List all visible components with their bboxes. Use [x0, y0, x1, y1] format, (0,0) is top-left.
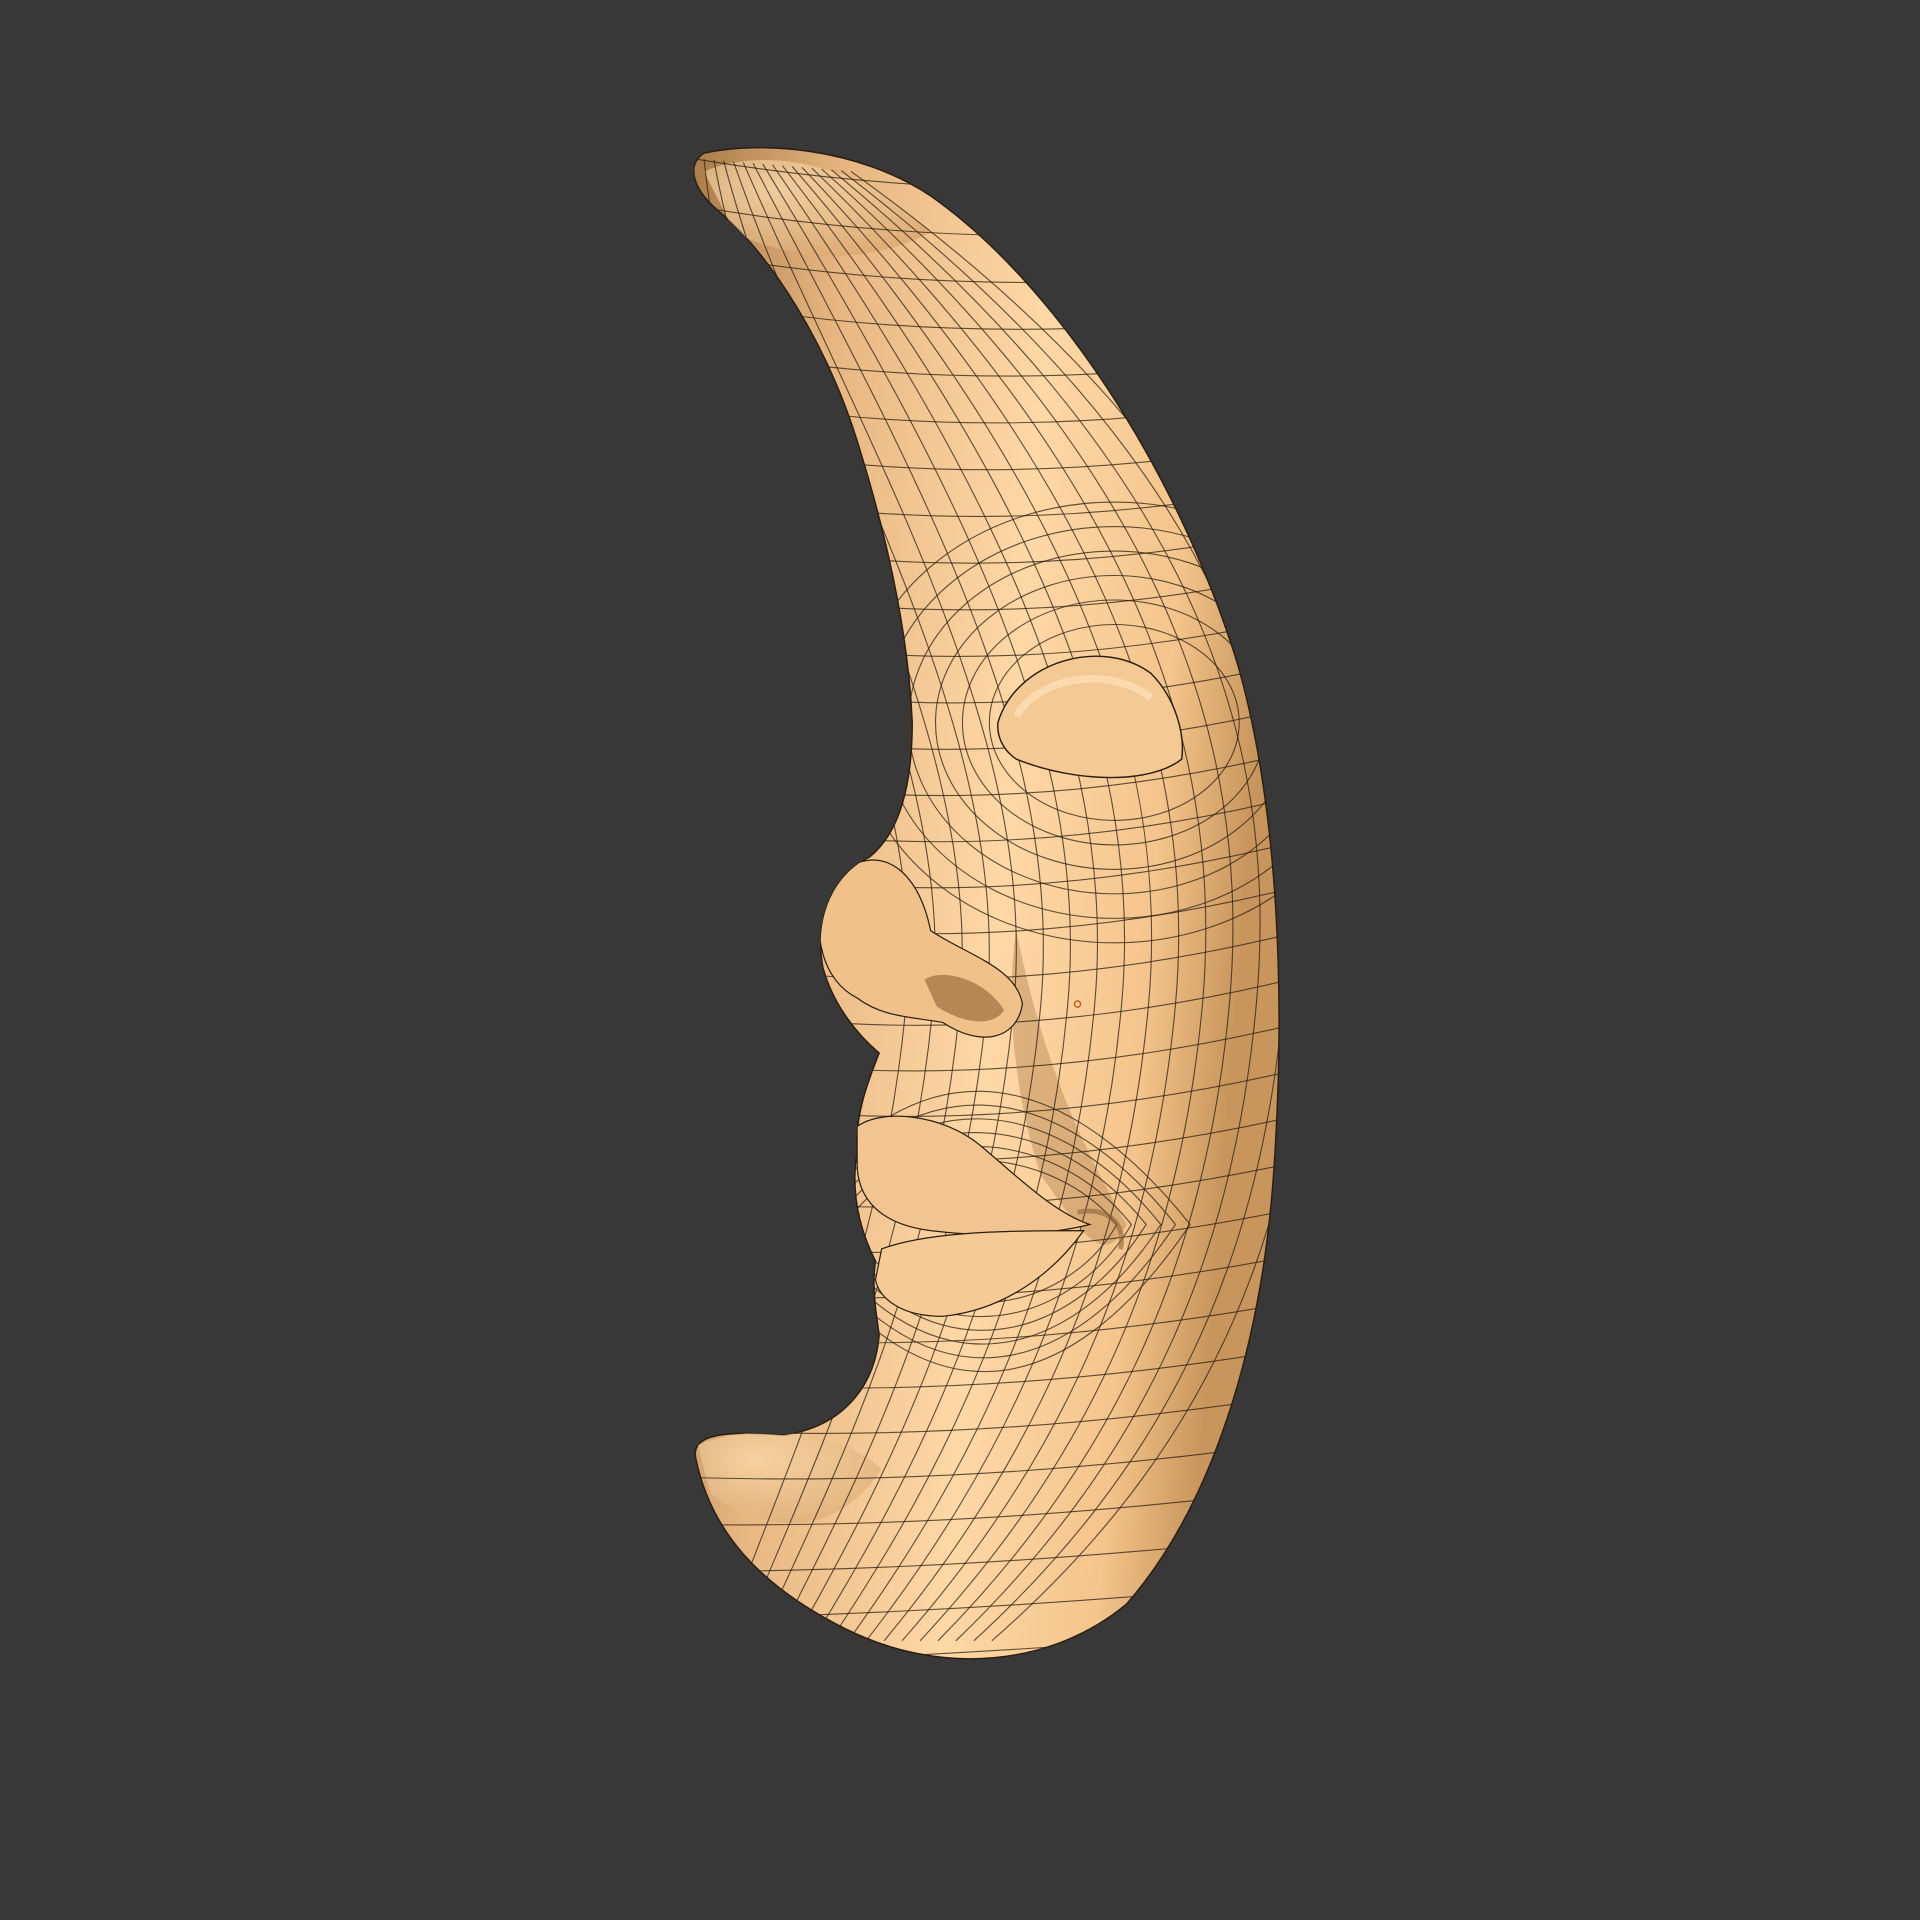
model-render — [686, 110, 1298, 1660]
moon-body — [693, 146, 1280, 1660]
3d-viewport[interactable] — [0, 0, 1920, 1920]
wire-edge-latitudinal — [686, 110, 1298, 143]
